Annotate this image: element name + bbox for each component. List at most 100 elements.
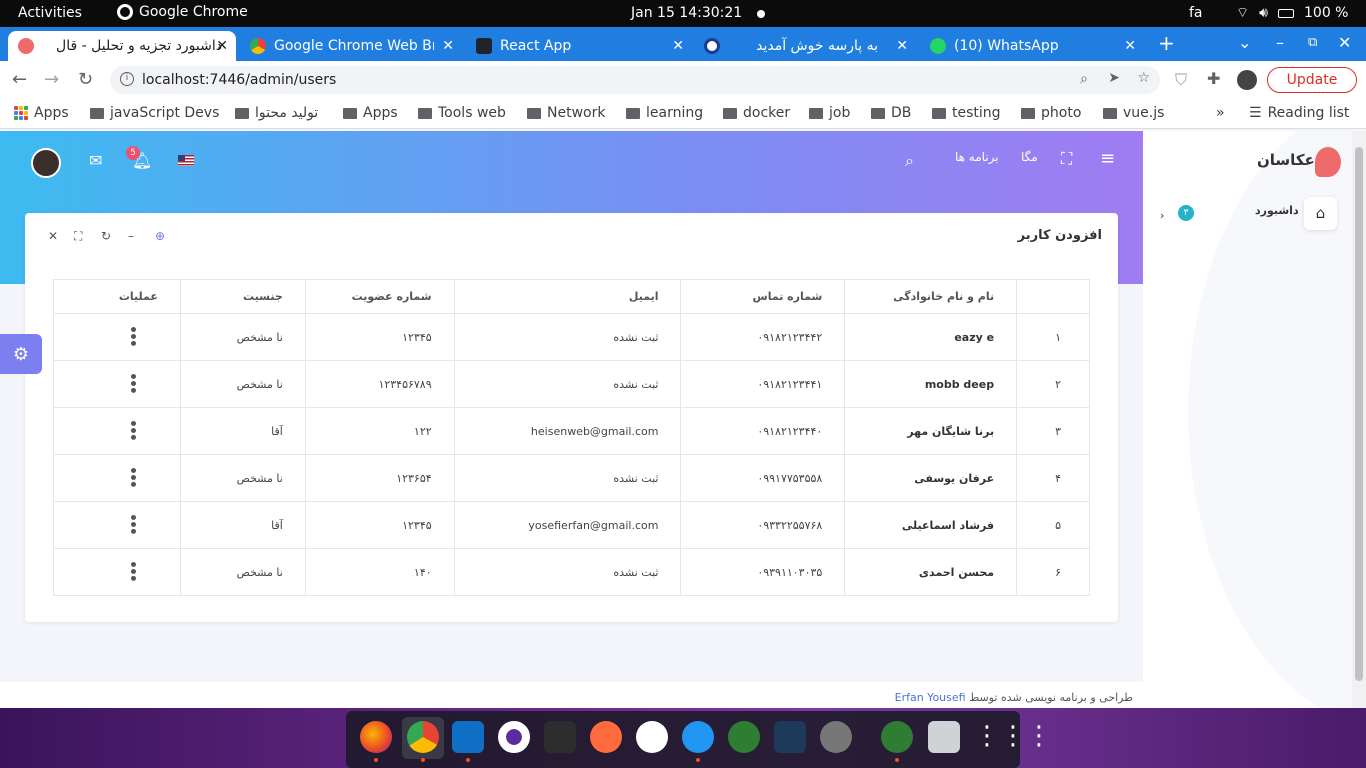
text-editor-icon[interactable]	[590, 721, 622, 753]
programs-menu[interactable]: برنامه ها	[955, 150, 999, 164]
bookmark-folder[interactable]: photo	[1021, 105, 1081, 121]
back-icon[interactable]: ←	[12, 69, 27, 90]
user-gender: نا مشخص	[179, 454, 306, 502]
bookmark-star-icon[interactable]: ☆	[1137, 70, 1150, 86]
add-user-icon[interactable]: ⊕	[155, 229, 165, 243]
user-member-id: ۱۲۲	[304, 407, 455, 455]
calculator-icon[interactable]	[774, 721, 806, 753]
tab-dashboard[interactable]: داشبورد تجزیه و تحلیل - قال ✕	[8, 31, 236, 61]
user-member-id: ۱۴۰	[304, 548, 455, 596]
search-icon[interactable]: ⌕	[905, 151, 914, 171]
footer-author-link[interactable]: Erfan Yousefi	[895, 691, 966, 704]
profile-avatar[interactable]	[1237, 70, 1257, 90]
bookmark-folder[interactable]: تولید محتوا	[235, 105, 318, 121]
address-bar[interactable]: i localhost:7446/admin/users ⌕ ➤ ☆	[110, 66, 1160, 94]
mail-icon[interactable]: ✉	[89, 151, 102, 170]
refresh-card-icon[interactable]: ↻	[101, 229, 111, 243]
menu-dots-icon[interactable]: ⋮	[1360, 69, 1366, 88]
bookmark-label: learning	[646, 105, 704, 121]
user-member-id: ۱۲۳۴۵	[304, 501, 455, 549]
tab-whatsapp[interactable]: (10) WhatsApp ✕	[920, 31, 1144, 61]
bookmark-folder[interactable]: Apps	[343, 105, 398, 121]
send-icon[interactable]: ➤	[1108, 70, 1120, 86]
more-bookmarks-icon[interactable]: »	[1216, 105, 1225, 121]
sidebar-item-dashboard[interactable]: › ۳ داشبورد ⌂	[1157, 197, 1347, 233]
user-phone: ۰۹۳۹۱۱۰۳۰۳۵	[680, 548, 846, 596]
settings-toggle-button[interactable]: ⚙	[0, 334, 42, 374]
battery-icon	[1278, 8, 1294, 18]
system-settings-icon[interactable]	[820, 721, 852, 753]
hamburger-menu-icon[interactable]: ≡	[1100, 148, 1115, 169]
page-scrollbar[interactable]	[1352, 131, 1366, 708]
tab-web-store[interactable]: Google Chrome Web Bro ✕	[240, 31, 462, 61]
finder-face-icon[interactable]	[682, 721, 714, 753]
folder-icon	[871, 107, 885, 119]
chrome-dock-icon[interactable]	[407, 721, 439, 753]
minimize-icon[interactable]: –	[1276, 33, 1284, 52]
vscode-icon[interactable]	[452, 721, 484, 753]
bookmark-folder[interactable]: job	[809, 105, 850, 121]
bookmark-folder[interactable]: javaScript Devs	[90, 105, 219, 121]
bookmark-folder[interactable]: learning	[626, 105, 703, 121]
tab-parseh[interactable]: به پارسه خوش آمدید ✕	[694, 31, 916, 61]
scrollbar-thumb[interactable]	[1355, 147, 1363, 681]
close-tab-icon[interactable]: ✕	[442, 38, 454, 54]
bookmark-label: job	[829, 105, 851, 121]
expand-card-icon[interactable]: ⛶	[74, 229, 82, 244]
close-tab-icon[interactable]: ✕	[216, 38, 228, 54]
app-menu[interactable]: Google Chrome	[117, 4, 248, 20]
us-flag-icon[interactable]	[178, 155, 194, 166]
reading-list-button[interactable]: ☰ Reading list	[1249, 105, 1349, 121]
mega-menu[interactable]: مگا	[1021, 150, 1038, 164]
bookmark-folder[interactable]: vue.js	[1103, 105, 1164, 121]
collapse-card-icon[interactable]: –	[128, 229, 134, 243]
folder-icon	[1021, 107, 1035, 119]
bookmark-folder[interactable]: Tools web	[418, 105, 506, 121]
bookmark-folder[interactable]: docker	[723, 105, 790, 121]
terminal-icon[interactable]	[544, 721, 576, 753]
trash-icon[interactable]	[928, 721, 960, 753]
new-tab-icon[interactable]: +	[1158, 31, 1175, 55]
row-actions-icon[interactable]: •••	[124, 560, 140, 581]
bookmark-folder[interactable]: testing	[932, 105, 1001, 121]
user-email: heisenweb@gmail.com	[453, 407, 682, 455]
mongodb-compass-icon[interactable]	[636, 721, 668, 753]
tor-browser-icon[interactable]	[498, 721, 530, 753]
shield-extension-icon[interactable]: ⛉	[1175, 70, 1187, 90]
clock[interactable]: Jan 15 14:30:21	[631, 5, 742, 21]
forward-icon[interactable]: →	[44, 69, 59, 90]
row-actions-icon[interactable]: •••	[124, 325, 140, 346]
extensions-puzzle-icon[interactable]: ✚	[1207, 69, 1220, 88]
close-window-icon[interactable]: ✕	[1338, 33, 1351, 52]
row-actions-icon[interactable]: •••	[124, 372, 140, 393]
tab-search-chevron-icon[interactable]: ⌄	[1238, 33, 1251, 52]
rocket-app-icon[interactable]	[728, 721, 760, 753]
system-tray[interactable]: ⌔ 🔊︎ 100 %	[1236, 4, 1348, 22]
restore-icon[interactable]: ⧉	[1308, 35, 1317, 50]
close-tab-icon[interactable]: ✕	[1124, 38, 1136, 54]
fullscreen-icon[interactable]: ⛶	[1061, 149, 1072, 169]
reload-icon[interactable]: ↻	[78, 69, 93, 90]
user-name: محسن احمدی	[844, 548, 1018, 596]
row-actions-icon[interactable]: •••	[124, 419, 140, 440]
firefox-icon[interactable]	[360, 721, 392, 753]
close-card-icon[interactable]: ✕	[48, 229, 58, 243]
row-actions-icon[interactable]: •••	[124, 513, 140, 534]
keyboard-layout[interactable]: fa	[1189, 5, 1203, 21]
rocket-chat-icon[interactable]	[881, 721, 913, 753]
close-tab-icon[interactable]: ✕	[672, 38, 684, 54]
bookmark-folder[interactable]: DB	[871, 105, 911, 121]
zoom-icon[interactable]: ⌕	[1080, 71, 1088, 87]
tab-react-app[interactable]: React App ✕	[466, 31, 692, 61]
row-actions-icon[interactable]: •••	[124, 466, 140, 487]
show-apps-grid-icon[interactable]: ⋮⋮⋮	[974, 721, 1052, 753]
bookmark-label: docker	[743, 105, 791, 121]
close-tab-icon[interactable]: ✕	[896, 38, 908, 54]
activities-button[interactable]: Activities	[18, 5, 82, 21]
info-icon[interactable]: i	[120, 72, 134, 86]
bookmark-folder[interactable]: Network	[527, 105, 605, 121]
user-avatar[interactable]	[31, 148, 61, 178]
column-header	[1016, 279, 1090, 314]
bookmark-apps[interactable]: Apps	[14, 105, 69, 121]
update-button[interactable]: Update	[1267, 67, 1357, 93]
